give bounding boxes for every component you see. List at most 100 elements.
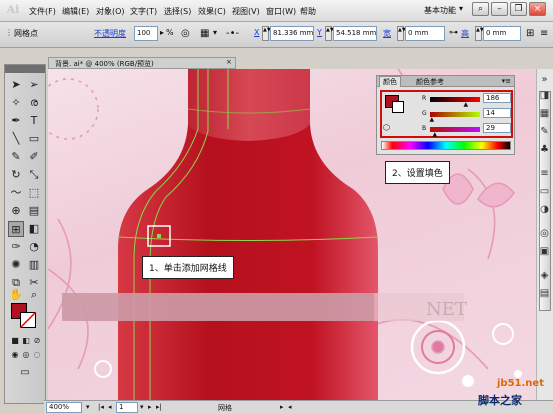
b-value-input[interactable]: 29 [483, 123, 511, 133]
menu-select[interactable]: 选择(S) [162, 5, 193, 18]
menu-edit[interactable]: 编辑(E) [60, 5, 91, 18]
hand-tool-icon[interactable]: ✋ [8, 287, 24, 303]
chevron-down-icon[interactable]: ▾ [459, 4, 463, 13]
panel-menu-icon[interactable]: ≡ [540, 28, 548, 39]
close-icon[interactable]: × [226, 58, 232, 66]
appearance-panel-icon[interactable]: ◎ [537, 226, 552, 241]
graphic-styles-panel-icon[interactable]: ▣ [537, 244, 552, 259]
previous-artboard-icon[interactable]: ◂ [108, 403, 112, 411]
perspective-grid-tool-icon[interactable]: ▤ [26, 203, 42, 219]
zoom-dropdown-icon[interactable]: ▾ [86, 403, 90, 411]
layers-panel-icon[interactable]: ◈ [537, 268, 552, 283]
tab-color[interactable]: 颜色 [379, 76, 401, 87]
document-tab[interactable]: 背景. ai* @ 400% (RGB/预览) [48, 57, 236, 69]
chevron-down-icon[interactable]: ▾ [213, 28, 217, 37]
g-value-input[interactable]: 14 [483, 108, 511, 118]
toolbox-header[interactable] [5, 65, 45, 73]
menu-type[interactable]: 文字(T) [128, 5, 159, 18]
line-tool-icon[interactable]: ╲ [8, 131, 24, 147]
artboard-number-input[interactable]: 1 [116, 402, 138, 413]
height-label[interactable]: 高 [461, 28, 469, 39]
y-label[interactable]: Y [317, 28, 322, 37]
symbol-sprayer-tool-icon[interactable]: ✺ [8, 257, 24, 273]
restore-button[interactable]: ❐ [510, 2, 527, 16]
menu-view[interactable]: 视图(V) [230, 5, 262, 18]
gradient-panel-icon[interactable]: ▭ [537, 184, 552, 199]
zoom-input[interactable]: 400% [46, 402, 82, 413]
magic-wand-icon[interactable]: ✧ [8, 95, 24, 111]
swatches-panel-icon[interactable]: ▦ [537, 106, 552, 121]
lasso-tool-icon[interactable]: ര [26, 95, 42, 111]
menu-help[interactable]: 帮助 [298, 5, 318, 18]
symbols-panel-icon[interactable]: ♣ [537, 142, 552, 157]
opacity-dropdown-icon[interactable]: ▸ [160, 28, 164, 37]
menu-object[interactable]: 对象(O) [94, 5, 127, 18]
close-button[interactable]: × [529, 2, 546, 16]
link-icon[interactable]: ⊶ [449, 28, 458, 38]
pencil-tool-icon[interactable]: ✐ [26, 149, 42, 165]
x-label[interactable]: X [254, 28, 259, 37]
zoom-tool-icon[interactable]: ⌕ [26, 287, 42, 303]
width-label[interactable]: 宽 [383, 28, 391, 39]
pen-tool-icon[interactable]: ✒ [8, 113, 24, 129]
screen-mode-icon[interactable]: ▭ [17, 365, 33, 381]
artboards-panel-icon[interactable]: ▤ [537, 286, 552, 301]
type-tool-icon[interactable]: T [26, 113, 42, 129]
r-value-input[interactable]: 186 [483, 93, 511, 103]
b-slider-thumb[interactable]: ▲ [433, 131, 438, 138]
height-input[interactable]: 0 mm [483, 26, 521, 41]
gradient-tool-icon[interactable]: ◧ [26, 221, 42, 237]
paintbrush-tool-icon[interactable]: ✎ [8, 149, 24, 165]
status-menu-icon[interactable]: ▸ [280, 403, 284, 411]
menu-file[interactable]: 文件(F) [27, 5, 58, 18]
color-spectrum[interactable] [381, 141, 511, 150]
menu-effect[interactable]: 效果(C) [196, 5, 228, 18]
minimize-button[interactable]: – [491, 2, 508, 16]
transparency-panel-icon[interactable]: ◑ [537, 202, 552, 217]
panel-menu-icon[interactable]: ▾≡ [502, 77, 511, 85]
y-input[interactable]: 54.518 mm [333, 26, 377, 41]
align-icon[interactable]: ▦ [200, 28, 209, 39]
horizontal-scroll-left-icon[interactable]: ◂ [288, 403, 292, 411]
blend-tool-icon[interactable]: ◔ [26, 239, 42, 255]
selection-tool-icon[interactable]: ➤ [8, 77, 24, 93]
next-artboard-icon[interactable]: ▸ [148, 403, 152, 411]
shape-builder-tool-icon[interactable]: ⊕ [8, 203, 24, 219]
graph-tool-icon[interactable]: ▥ [26, 257, 42, 273]
width-input[interactable]: 0 mm [405, 26, 445, 41]
x-input[interactable]: 81.336 mm [270, 26, 314, 41]
menu-window[interactable]: 窗口(W) [264, 5, 298, 18]
rotate-tool-icon[interactable]: ↻ [8, 167, 24, 183]
rectangle-tool-icon[interactable]: ▭ [26, 131, 42, 147]
draw-inside-icon[interactable]: ◌ [29, 347, 45, 363]
b-slider[interactable] [430, 127, 480, 132]
scale-tool-icon[interactable]: ⤡ [26, 167, 42, 183]
g-slider[interactable] [430, 112, 480, 117]
eyedropper-tool-icon[interactable]: ✑ [8, 239, 24, 255]
x-stepper[interactable]: ▲▼ [262, 26, 271, 41]
mesh-tool-icon[interactable]: ⊞ [8, 221, 24, 237]
last-artboard-icon[interactable]: ▸| [156, 403, 162, 411]
artboard-dropdown-icon[interactable]: ▾ [140, 403, 144, 411]
workspace-switcher[interactable]: 基本功能 [424, 5, 456, 16]
free-transform-tool-icon[interactable]: ⬚ [26, 185, 42, 201]
mesh-anchor[interactable] [157, 234, 161, 238]
g-slider-thumb[interactable]: ▲ [430, 116, 435, 123]
transform-icon[interactable]: ⊞ [526, 28, 534, 39]
panel-collapse-icon[interactable]: » [537, 72, 552, 87]
tab-color-guide[interactable]: 颜色参考 [413, 77, 447, 87]
height-stepper[interactable]: ▲▼ [475, 26, 484, 41]
brushes-panel-icon[interactable]: ✎ [537, 124, 552, 139]
recolor-icon[interactable]: ◎ [181, 28, 190, 39]
first-artboard-icon[interactable]: |◂ [98, 403, 104, 411]
opacity-label[interactable]: 不透明度 [94, 28, 126, 39]
anchor-convert-icon[interactable]: -•- [226, 28, 239, 39]
r-slider[interactable] [430, 97, 480, 102]
r-slider-thumb[interactable]: ▲ [464, 101, 469, 108]
color-panel-icon[interactable]: ◨ [537, 88, 552, 103]
stroke-panel-icon[interactable]: ≡ [537, 166, 552, 181]
opacity-input[interactable]: 100 [134, 26, 158, 41]
y-stepper[interactable]: ▲▼ [325, 26, 334, 41]
direct-selection-tool-icon[interactable]: ➢ [26, 77, 42, 93]
panel-stroke-swatch[interactable] [392, 101, 404, 113]
